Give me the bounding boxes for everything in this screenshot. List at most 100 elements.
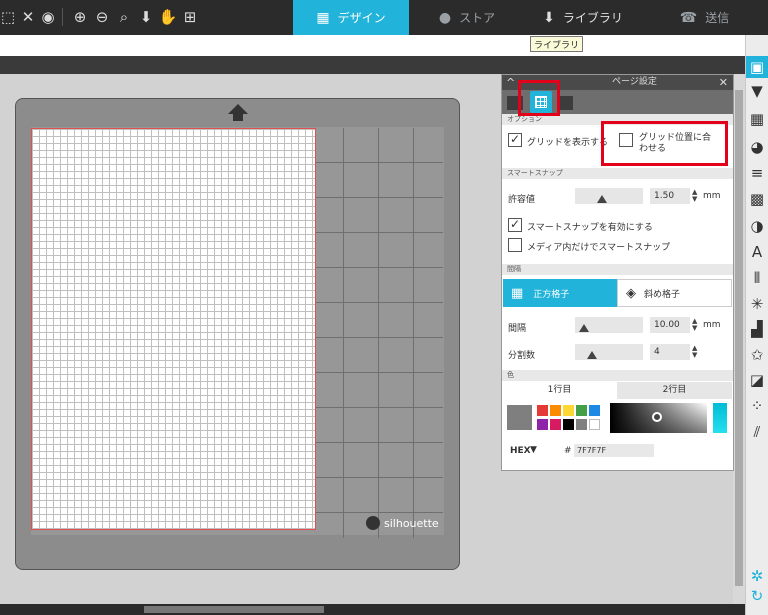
tolerance-input[interactable]: 1.50	[650, 188, 690, 204]
show-grid-checkbox[interactable]	[508, 132, 522, 147]
page-settings-icon[interactable]: ▣	[746, 56, 768, 78]
move-down-icon[interactable]: ⬇	[136, 7, 156, 27]
tab-send-label: 送信	[705, 11, 730, 25]
transform-icon[interactable]: ✳	[746, 293, 768, 315]
diagonal-grid-button[interactable]: ◈ 斜め格子	[617, 279, 732, 307]
divisions-input[interactable]: 4	[650, 344, 690, 360]
tab-store[interactable]: ● ストア	[409, 0, 525, 35]
mat-line	[316, 477, 443, 478]
enable-smart-snap-label: スマートスナップを有効にする	[527, 223, 653, 233]
align-icon[interactable]: ⫴	[746, 267, 768, 289]
tab-send[interactable]: ☎ 送信	[641, 0, 768, 35]
replicate-icon[interactable]: ▩	[746, 188, 768, 210]
zoom-out-icon[interactable]: ⊖	[92, 7, 112, 27]
color-swatch[interactable]	[563, 419, 574, 430]
toolbar-separator	[62, 8, 63, 26]
media-only-snap-label: メディア内だけでスマートスナップ	[527, 243, 671, 253]
horizontal-scroll-thumb[interactable]	[144, 606, 324, 613]
section-smart-snap: スマートスナップ	[502, 168, 733, 179]
enable-smart-snap-checkbox[interactable]	[508, 217, 522, 232]
mat-line	[316, 302, 443, 303]
tolerance-slider[interactable]	[575, 188, 643, 204]
divisions-slider[interactable]	[575, 344, 643, 360]
fill-color-icon[interactable]: ◕	[746, 136, 768, 158]
color-swatch[interactable]	[576, 405, 587, 416]
tolerance-spinner-icon[interactable]: ▲ ▼	[692, 189, 697, 203]
star-shape-icon[interactable]: ✩	[746, 344, 768, 366]
collapse-chevron-icon[interactable]: ^	[506, 75, 515, 90]
right-panel-strip: ▣ ▼ ▦ ◕ ≡ ▩ ◑ A ⫴ ✳ ▟ ✩ ◪ ⁘ ⫽ ✲ ↻	[745, 35, 768, 615]
spacing-slider[interactable]	[575, 317, 643, 333]
color-swatch[interactable]	[550, 405, 561, 416]
library-icon: ⬇	[543, 9, 555, 26]
zoom-in-icon[interactable]: ⊕	[70, 7, 90, 27]
tab-design[interactable]: ▦ デザイン	[293, 0, 409, 35]
color-swatch[interactable]	[563, 405, 574, 416]
color-swatch[interactable]	[537, 405, 548, 416]
divisions-label: 分割数	[508, 351, 536, 361]
hatch-icon[interactable]: ⫽	[746, 421, 768, 443]
mat-line	[413, 128, 414, 538]
silhouette-logo-icon	[366, 516, 380, 530]
media-only-snap-checkbox[interactable]	[508, 238, 522, 252]
pixel-scan-icon[interactable]: ▦	[746, 108, 768, 130]
silhouette-logo: silhouette	[366, 516, 439, 530]
tab-row-1[interactable]: 1行目	[502, 382, 617, 399]
tab-store-label: ストア	[459, 11, 496, 25]
color-swatch[interactable]	[589, 419, 600, 430]
tolerance-label: 許容値	[508, 195, 536, 205]
square-grid-button[interactable]: ▦ 正方格子	[503, 279, 617, 307]
color-swatch[interactable]	[550, 419, 561, 430]
tolerance-unit: mm	[703, 191, 721, 201]
marquee-icon[interactable]: ⬚	[0, 7, 18, 27]
trace-icon[interactable]: ◪	[746, 369, 768, 391]
tab-row-2[interactable]: 2行目	[617, 382, 732, 399]
send-panel-icon[interactable]: ▼	[746, 80, 768, 102]
color-swatch[interactable]	[537, 419, 548, 430]
close-icon[interactable]: ✕	[719, 75, 728, 90]
store-s-icon: ●	[438, 9, 452, 26]
mat-line	[316, 337, 443, 338]
add-frame-icon[interactable]: ⊞	[180, 7, 200, 27]
divisions-spinner-icon[interactable]: ▲ ▼	[692, 345, 697, 359]
selected-color-swatch[interactable]	[507, 405, 532, 430]
color-swatch[interactable]	[589, 405, 600, 416]
square-grid-label: 正方格子	[533, 289, 570, 300]
hex-input[interactable]: 7F7F7F	[574, 444, 654, 457]
spacing-slider-thumb[interactable]	[579, 324, 589, 332]
half-contrast-icon[interactable]: ◑	[746, 215, 768, 237]
offset-icon[interactable]: ▟	[746, 318, 768, 340]
grid-icon: ▦	[316, 9, 330, 26]
spacing-spinner-icon[interactable]: ▲ ▼	[692, 318, 697, 332]
mat-line	[316, 197, 443, 198]
spacing-input[interactable]: 10.00	[650, 317, 690, 333]
section-spacing: 間隔	[502, 264, 733, 275]
vertical-scroll-thumb[interactable]	[735, 90, 743, 586]
tab-library[interactable]: ⬇ ライブラリ	[525, 0, 641, 35]
line-style-icon[interactable]: ≡	[746, 162, 768, 184]
text-icon[interactable]: A	[746, 241, 768, 263]
color-picker-handle[interactable]	[652, 412, 662, 422]
zoom-fit-icon[interactable]: ⌕	[114, 7, 134, 27]
divisions-slider-thumb[interactable]	[587, 351, 597, 359]
tab-library-label: ライブラリ	[562, 11, 623, 25]
page-grid[interactable]	[31, 128, 316, 530]
hue-slider[interactable]	[713, 403, 727, 433]
refresh-icon[interactable]: ↻	[746, 585, 768, 607]
diagonal-grid-label: 斜め格子	[644, 289, 681, 300]
hand-pan-icon[interactable]: ✋	[158, 7, 178, 27]
show-grid-label: グリッドを表示する	[527, 138, 609, 148]
sketch-icon[interactable]: ⁘	[746, 395, 768, 417]
mat-line	[316, 407, 443, 408]
section-color: 色	[502, 370, 733, 381]
eye-icon[interactable]: ◉	[38, 7, 58, 27]
diagonal-grid-icon: ◈	[626, 285, 636, 301]
spacing-label: 間隔	[508, 324, 527, 334]
hex-dropdown-icon[interactable]: ▼	[530, 445, 537, 455]
delete-x-icon[interactable]: ✕	[18, 7, 38, 27]
tolerance-slider-thumb[interactable]	[597, 195, 607, 203]
library-tooltip: ライブラリ	[530, 36, 584, 52]
color-swatch[interactable]	[576, 419, 587, 430]
settings-gear-icon[interactable]: ✲	[746, 565, 768, 587]
tab-design-label: デザイン	[337, 11, 386, 25]
